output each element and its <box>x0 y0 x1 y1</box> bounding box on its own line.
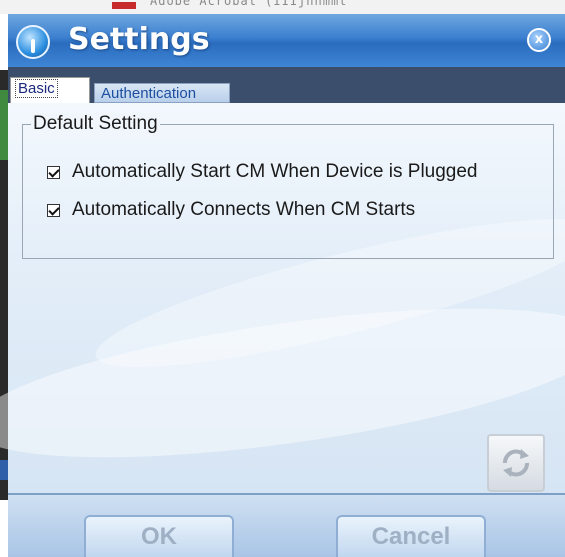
button-bar: OK Cancel <box>8 493 565 557</box>
background-window-strip: Adobe Acrobat (IIIjnnmmt <box>0 0 565 14</box>
auto-connect-label: Automatically Connects When CM Starts <box>72 199 416 220</box>
tab-basic-label: Basic <box>15 79 58 98</box>
default-setting-group: Default Setting Automatically Start CM W… <box>22 113 554 259</box>
settings-window: Settings x Basic Authentication Default … <box>0 14 565 557</box>
cancel-button[interactable]: Cancel <box>336 515 486 557</box>
background-left-blue <box>0 460 8 480</box>
window-title: Settings <box>68 22 210 57</box>
tab-basic[interactable]: Basic <box>10 77 90 103</box>
background-text: Adobe Acrobat (IIIjnnmmt <box>150 0 348 8</box>
auto-connect-checkbox[interactable] <box>47 203 60 217</box>
app-logo-icon <box>16 25 50 59</box>
background-pdf-icon <box>112 2 136 9</box>
close-button[interactable]: x <box>527 28 551 52</box>
option-auto-start[interactable]: Automatically Start CM When Device is Pl… <box>47 159 478 185</box>
group-title: Default Setting <box>31 113 160 135</box>
refresh-icon <box>503 449 529 477</box>
option-auto-connect[interactable]: Automatically Connects When CM Starts <box>47 197 415 223</box>
ok-button[interactable]: OK <box>84 515 234 557</box>
auto-start-label: Automatically Start CM When Device is Pl… <box>72 161 478 182</box>
background-left-green <box>0 90 8 160</box>
close-icon: x <box>534 32 544 47</box>
tab-authentication[interactable]: Authentication <box>94 83 230 103</box>
title-bar[interactable]: Settings x <box>8 14 565 67</box>
refresh-button[interactable] <box>487 434 545 492</box>
tab-content-panel: Default Setting Automatically Start CM W… <box>0 103 565 493</box>
auto-start-checkbox[interactable] <box>47 165 60 179</box>
